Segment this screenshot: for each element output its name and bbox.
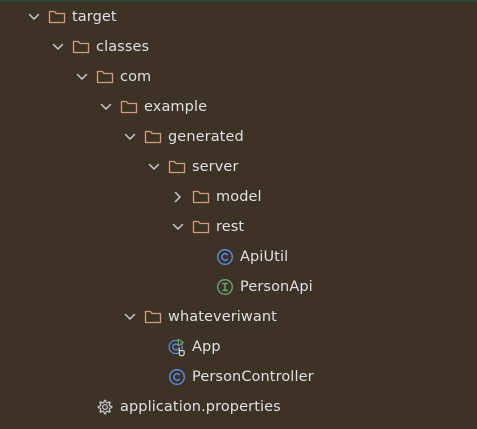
folder-icon — [144, 308, 162, 326]
tree-node-label: com — [120, 69, 152, 85]
tree-node-rest[interactable]: rest — [170, 212, 244, 242]
tree-node-model[interactable]: model — [170, 182, 262, 212]
chevron-down-icon[interactable] — [74, 69, 90, 85]
class-icon — [168, 368, 186, 386]
chevron-down-icon[interactable] — [146, 159, 162, 175]
folder-icon — [192, 218, 210, 236]
gear-icon — [96, 398, 114, 416]
runnable-class-icon — [168, 338, 186, 357]
tree-node-target[interactable]: target — [26, 2, 117, 32]
chevron-down-icon[interactable] — [50, 39, 66, 55]
folder-icon — [96, 68, 114, 86]
chevron-down-icon[interactable] — [122, 129, 138, 145]
folder-icon — [48, 8, 66, 26]
tree-node-personapi[interactable]: PersonApi — [194, 272, 313, 302]
tree-node-label: ApiUtil — [240, 249, 289, 265]
tree-node-com[interactable]: com — [74, 62, 151, 92]
chevron-down-icon[interactable] — [26, 9, 42, 25]
tree-node-label: target — [72, 9, 117, 25]
folder-icon — [168, 158, 186, 176]
tree-node-label: model — [216, 189, 262, 205]
tree-node-classes[interactable]: classes — [50, 32, 149, 62]
folder-icon — [144, 128, 162, 146]
chevron-down-icon[interactable] — [122, 309, 138, 325]
tree-node-whateveriwant[interactable]: whateveriwant — [122, 302, 277, 332]
folder-icon — [192, 188, 210, 206]
tree-node-label: App — [192, 339, 221, 355]
tree-node-label: PersonController — [192, 369, 314, 385]
tree-node-label: example — [144, 99, 208, 115]
tree-node-label: server — [192, 159, 239, 175]
tree-node-label: PersonApi — [240, 279, 313, 295]
folder-icon — [72, 38, 90, 56]
tree-node-apiutil[interactable]: ApiUtil — [194, 242, 288, 272]
chevron-right-icon[interactable] — [170, 189, 186, 205]
tree-node-generated[interactable]: generated — [122, 122, 244, 152]
folder-icon — [120, 98, 138, 116]
tree-node-server[interactable]: server — [146, 152, 239, 182]
tree-node-label: classes — [96, 39, 150, 55]
tree-node-personcontroller[interactable]: PersonController — [146, 362, 314, 392]
class-icon — [216, 248, 234, 266]
tree-node-app[interactable]: App — [146, 332, 221, 362]
tree-node-label: whateveriwant — [168, 309, 277, 325]
interface-icon — [216, 278, 234, 296]
tree-node-label: application.properties — [120, 399, 281, 415]
tree-node-label: generated — [168, 129, 244, 145]
chevron-down-icon[interactable] — [170, 219, 186, 235]
project-tree: target classes com example generated ser… — [0, 0, 477, 429]
tree-node-application-properties[interactable]: application.properties — [74, 392, 281, 422]
chevron-down-icon[interactable] — [98, 99, 114, 115]
tree-node-label: rest — [216, 219, 245, 235]
tree-node-example[interactable]: example — [98, 92, 207, 122]
